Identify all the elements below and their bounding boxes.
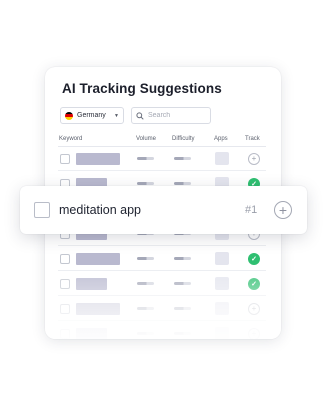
table-row[interactable]: + bbox=[58, 147, 266, 171]
app-icon-placeholder bbox=[215, 302, 229, 315]
plus-circle-icon[interactable]: + bbox=[248, 303, 260, 315]
app-icon-placeholder bbox=[215, 327, 229, 339]
keyword-placeholder bbox=[76, 328, 107, 339]
keyword-suggestion-card[interactable]: meditation app #1 + bbox=[20, 186, 307, 234]
check-circle-icon[interactable]: ✓ bbox=[248, 278, 260, 290]
country-label: Germany bbox=[77, 112, 106, 119]
table-row[interactable]: + bbox=[58, 322, 266, 339]
difficulty-bar bbox=[174, 257, 191, 260]
difficulty-bar bbox=[174, 332, 191, 335]
volume-bar bbox=[137, 157, 154, 160]
chevron-down-icon: ▼ bbox=[114, 112, 119, 119]
difficulty-bar bbox=[174, 282, 191, 285]
column-header-volume[interactable]: Volume bbox=[136, 136, 156, 142]
plus-circle-icon[interactable]: + bbox=[248, 153, 260, 165]
table-row[interactable]: ✓ bbox=[58, 272, 266, 296]
volume-bar bbox=[137, 332, 154, 335]
keyword-placeholder bbox=[76, 303, 120, 315]
search-input[interactable] bbox=[148, 112, 206, 119]
plus-circle-icon: + bbox=[278, 201, 288, 218]
keyword-rank: #1 bbox=[245, 204, 258, 216]
volume-bar bbox=[137, 257, 154, 260]
row-checkbox[interactable] bbox=[60, 304, 70, 314]
row-checkbox[interactable] bbox=[60, 254, 70, 264]
column-header-keyword[interactable]: Keyword bbox=[59, 136, 82, 142]
keyword-placeholder bbox=[76, 278, 107, 290]
country-dropdown[interactable]: Germany ▼ bbox=[60, 107, 124, 124]
keyword-placeholder bbox=[76, 253, 120, 265]
check-circle-icon[interactable]: ✓ bbox=[248, 253, 260, 265]
row-checkbox[interactable] bbox=[60, 329, 70, 339]
difficulty-bar bbox=[174, 182, 191, 185]
volume-bar bbox=[137, 282, 154, 285]
column-header-track[interactable]: Track bbox=[245, 136, 260, 142]
difficulty-bar bbox=[174, 157, 191, 160]
row-checkbox[interactable] bbox=[60, 154, 70, 164]
app-icon-placeholder bbox=[215, 152, 229, 165]
column-header-apps[interactable]: Apps bbox=[214, 136, 228, 142]
panel-title: AI Tracking Suggestions bbox=[62, 81, 222, 96]
row-checkbox[interactable] bbox=[60, 279, 70, 289]
search-field[interactable] bbox=[131, 107, 211, 124]
search-icon bbox=[136, 111, 144, 120]
germany-flag-icon bbox=[65, 111, 73, 120]
plus-circle-icon[interactable]: + bbox=[248, 328, 260, 339]
table-row[interactable]: ✓ bbox=[58, 247, 266, 271]
keyword-checkbox[interactable] bbox=[34, 202, 50, 218]
app-icon-placeholder bbox=[215, 277, 229, 290]
difficulty-bar bbox=[174, 307, 191, 310]
column-header-difficulty[interactable]: Difficulty bbox=[172, 136, 195, 142]
suggested-keyword: meditation app bbox=[59, 203, 142, 217]
add-track-button[interactable]: + bbox=[274, 201, 292, 219]
table-row[interactable]: + bbox=[58, 297, 266, 321]
keyword-placeholder bbox=[76, 153, 120, 165]
app-icon-placeholder bbox=[215, 252, 229, 265]
volume-bar bbox=[137, 182, 154, 185]
volume-bar bbox=[137, 307, 154, 310]
